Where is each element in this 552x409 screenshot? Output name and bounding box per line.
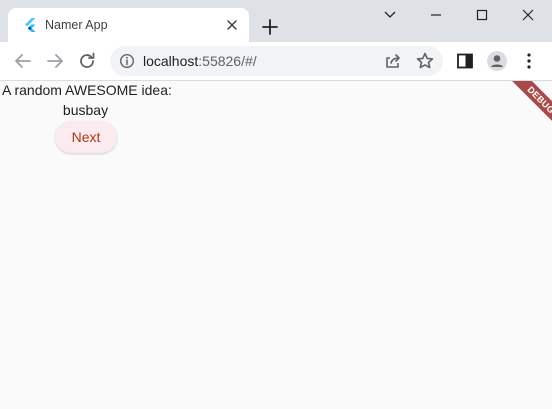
maximize-icon bbox=[476, 9, 488, 21]
tab-search-button[interactable] bbox=[367, 0, 413, 30]
next-button[interactable]: Next bbox=[55, 121, 117, 153]
word-pair-text: busbay bbox=[62, 102, 109, 118]
close-window-button[interactable] bbox=[505, 0, 551, 30]
chevron-down-icon bbox=[384, 11, 396, 18]
url-host: localhost bbox=[143, 53, 199, 69]
tab-title: Namer App bbox=[45, 18, 108, 32]
idea-label: A random AWESOME idea: bbox=[2, 82, 172, 98]
browser-toolbar: localhost:55826/#/ bbox=[0, 42, 552, 81]
app-page: A random AWESOME idea: busbay Next DEBUG bbox=[0, 81, 552, 409]
maximize-button[interactable] bbox=[459, 0, 505, 30]
tab-namer-app[interactable]: Namer App bbox=[8, 8, 249, 42]
minimize-button[interactable] bbox=[413, 0, 459, 30]
arrow-left-icon[interactable] bbox=[12, 50, 34, 72]
flutter-icon bbox=[22, 17, 38, 33]
share-icon[interactable] bbox=[382, 50, 404, 72]
star-icon[interactable] bbox=[414, 50, 436, 72]
info-icon[interactable] bbox=[119, 53, 135, 69]
kebab-menu-icon[interactable] bbox=[518, 50, 540, 72]
side-panel-icon[interactable] bbox=[454, 50, 476, 72]
profile-icon[interactable] bbox=[486, 50, 508, 72]
close-icon bbox=[522, 9, 534, 21]
plus-icon[interactable] bbox=[258, 15, 282, 39]
url-text[interactable]: localhost:55826/#/ bbox=[143, 53, 257, 69]
reload-icon[interactable] bbox=[76, 50, 98, 72]
url-path: :55826/#/ bbox=[198, 53, 257, 69]
debug-banner: DEBUG bbox=[497, 81, 552, 144]
close-tab-icon[interactable] bbox=[224, 17, 240, 33]
browser-window: Namer App localhost:55826/#/ A random AW… bbox=[0, 0, 552, 409]
tab-strip: Namer App bbox=[0, 0, 552, 42]
minimize-icon bbox=[431, 14, 441, 16]
arrow-right-icon[interactable] bbox=[44, 50, 66, 72]
